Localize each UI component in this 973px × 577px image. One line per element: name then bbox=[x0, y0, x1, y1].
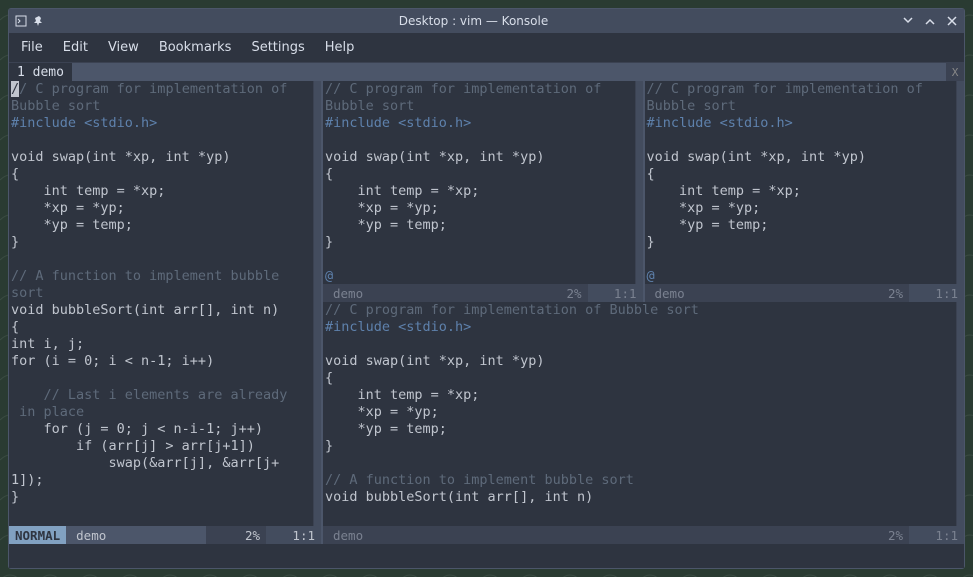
statusline-top-b: demo 2% 1:1 bbox=[645, 284, 965, 302]
close-icon[interactable] bbox=[946, 15, 958, 27]
statusline-top-a: demo 2% 1:1 bbox=[323, 284, 643, 302]
pane-right: // C program for implementation of Bubbl… bbox=[323, 81, 964, 544]
tab-close-button[interactable]: X bbox=[946, 63, 964, 81]
code-left[interactable]: // C program for implementation of Bubbl… bbox=[9, 81, 313, 526]
cursor: / bbox=[11, 81, 19, 97]
pane-left: // C program for implementation of Bubbl… bbox=[9, 81, 323, 544]
status-pct: 2% bbox=[849, 284, 909, 302]
editor-area: // C program for implementation of Bubbl… bbox=[9, 81, 964, 544]
menu-help[interactable]: Help bbox=[325, 40, 355, 55]
mode-indicator: NORMAL bbox=[9, 526, 66, 544]
statusline-bottom: demo 2% 1:1 bbox=[323, 526, 964, 544]
titlebar[interactable]: Desktop : vim — Konsole bbox=[9, 9, 964, 33]
menu-settings[interactable]: Settings bbox=[251, 40, 304, 55]
status-pos: 1:1 bbox=[909, 526, 964, 544]
minimize-icon[interactable] bbox=[902, 15, 914, 27]
scrollbar-bottom[interactable] bbox=[956, 302, 964, 526]
status-pct: 2% bbox=[206, 526, 266, 544]
vim-tabline: 1 demo X bbox=[9, 63, 964, 81]
split-top: // C program for implementation of Bubbl… bbox=[323, 81, 964, 302]
code-top-a[interactable]: // C program for implementation of Bubbl… bbox=[323, 81, 635, 284]
menubar: File Edit View Bookmarks Settings Help bbox=[9, 33, 964, 63]
status-file: demo bbox=[323, 285, 528, 302]
status-pct: 2% bbox=[528, 284, 588, 302]
status-pos: 1:1 bbox=[909, 284, 964, 302]
command-line-area[interactable] bbox=[9, 544, 964, 568]
code-top-b[interactable]: // C program for implementation of Bubbl… bbox=[645, 81, 957, 284]
app-icon bbox=[15, 15, 27, 27]
status-file: demo bbox=[645, 285, 850, 302]
status-pos: 1:1 bbox=[266, 526, 321, 544]
menu-view[interactable]: View bbox=[108, 40, 139, 55]
status-pos: 1:1 bbox=[588, 284, 643, 302]
pane-top-b: // C program for implementation of Bubbl… bbox=[645, 81, 965, 302]
menu-bookmarks[interactable]: Bookmarks bbox=[159, 40, 232, 55]
tab-active[interactable]: 1 demo bbox=[9, 63, 72, 81]
menu-file[interactable]: File bbox=[21, 40, 43, 55]
status-file: demo bbox=[323, 527, 849, 544]
scrollbar-left[interactable] bbox=[313, 81, 321, 526]
status-pct: 2% bbox=[849, 526, 909, 544]
konsole-window: Desktop : vim — Konsole File Edit View B… bbox=[8, 8, 965, 569]
statusline-left: NORMAL demo 2% 1:1 bbox=[9, 526, 321, 544]
scrollbar-top-a[interactable] bbox=[635, 81, 643, 284]
code-bottom[interactable]: // C program for implementation of Bubbl… bbox=[323, 302, 956, 526]
window-title: Desktop : vim — Konsole bbox=[45, 14, 902, 28]
pin-icon[interactable] bbox=[33, 15, 45, 27]
pane-top-a: // C program for implementation of Bubbl… bbox=[323, 81, 645, 302]
maximize-icon[interactable] bbox=[924, 15, 936, 27]
pane-bottom: // C program for implementation of Bubbl… bbox=[323, 302, 964, 544]
menu-edit[interactable]: Edit bbox=[63, 40, 88, 55]
status-file: demo bbox=[66, 527, 206, 544]
scrollbar-top-b[interactable] bbox=[956, 81, 964, 284]
